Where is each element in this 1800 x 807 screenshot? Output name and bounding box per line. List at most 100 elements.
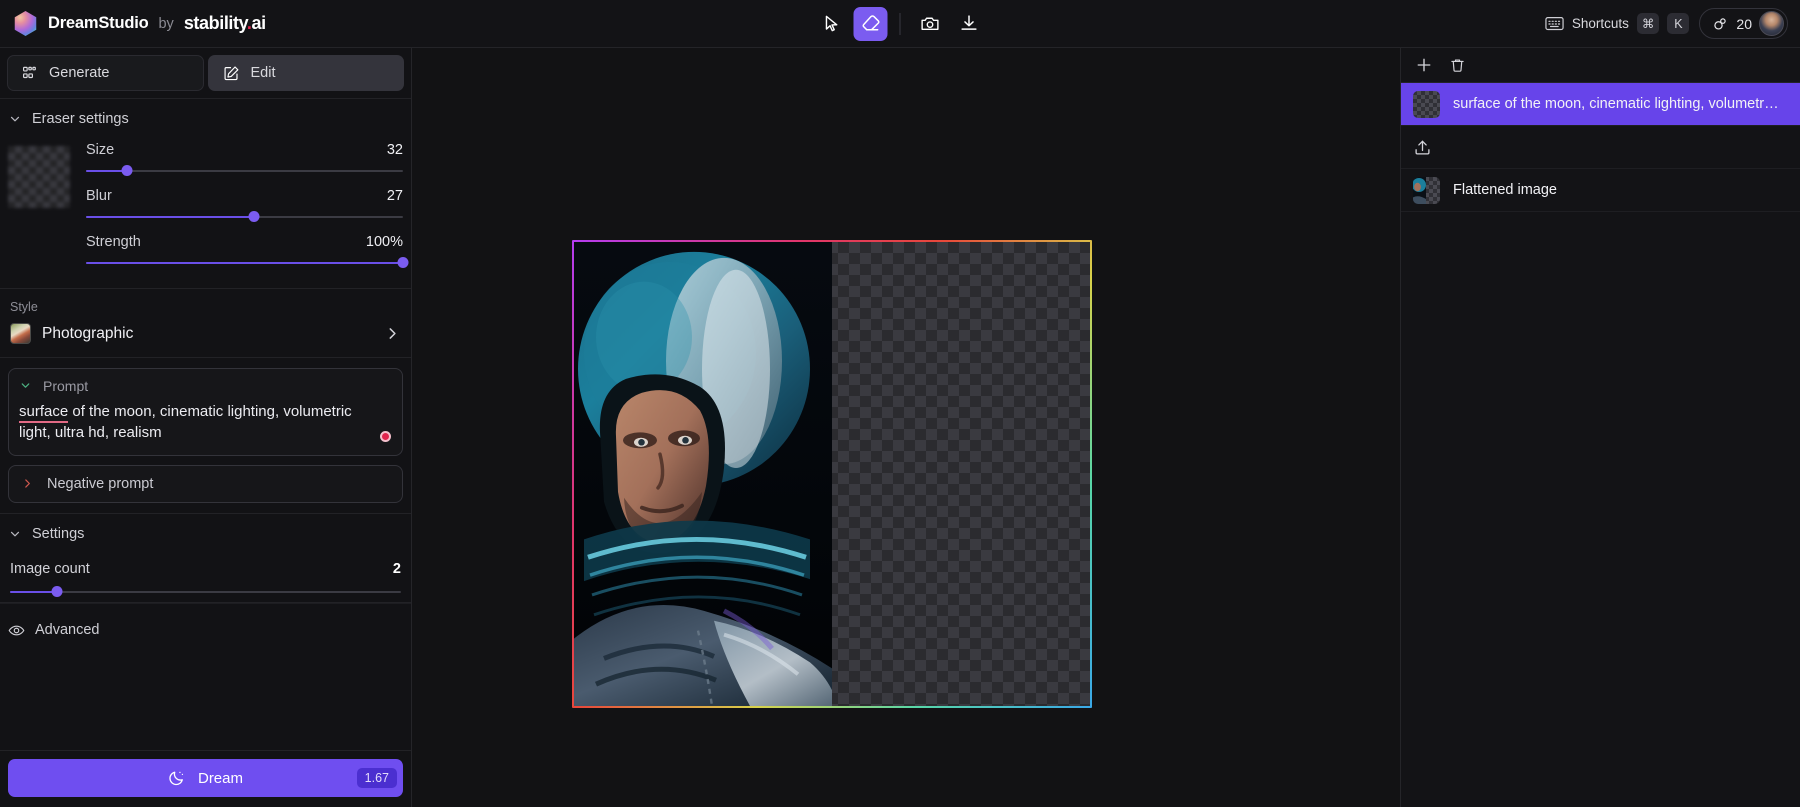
brand-by-label: by xyxy=(158,16,173,32)
eraser-settings-section: Eraser settings Size 32 xyxy=(0,99,411,289)
canvas-checkerboard[interactable] xyxy=(574,242,1090,706)
strength-slider-header: Strength 100% xyxy=(86,228,403,257)
tab-edit[interactable]: Edit xyxy=(208,55,405,91)
eraser-settings-header[interactable]: Eraser settings xyxy=(0,99,411,136)
strength-slider-group: Strength 100% xyxy=(86,228,403,274)
tab-generate-label: Generate xyxy=(49,65,109,81)
eraser-tool-button[interactable] xyxy=(854,7,888,41)
toolbar-divider xyxy=(900,13,901,35)
canvas-area[interactable] xyxy=(412,48,1400,807)
settings-header[interactable]: Settings xyxy=(0,514,411,551)
add-layer-button[interactable] xyxy=(1415,56,1433,74)
chevron-down-icon xyxy=(19,379,33,393)
kbd-k[interactable]: K xyxy=(1667,13,1689,34)
dream-footer: Dream 1.67 xyxy=(0,750,411,807)
brand-name: DreamStudio xyxy=(48,14,148,33)
image-count-slider[interactable] xyxy=(10,586,401,598)
size-slider[interactable] xyxy=(86,165,403,177)
prompt-input[interactable]: surface of the moon, cinematic lighting,… xyxy=(19,401,392,444)
dreamstudio-hexagon-logo-icon xyxy=(13,11,38,36)
layer-row[interactable]: surface of the moon, cinematic lighting,… xyxy=(1401,83,1800,126)
record-dot-indicator-icon[interactable] xyxy=(380,431,391,442)
tab-generate[interactable]: Generate xyxy=(7,55,204,91)
prompt-label: Prompt xyxy=(43,378,88,394)
moon-icon xyxy=(168,769,186,787)
blur-value: 27 xyxy=(387,188,403,204)
kbd-cmd[interactable]: ⌘ xyxy=(1637,13,1660,34)
download-icon xyxy=(958,13,979,34)
grid-squares-icon xyxy=(22,65,38,81)
size-slider-knob[interactable] xyxy=(122,165,133,176)
image-count-slider-rail xyxy=(10,591,401,593)
eye-icon xyxy=(8,622,25,639)
avatar[interactable] xyxy=(1759,11,1784,36)
astronaut-layer-thumbnail-icon xyxy=(1413,177,1440,204)
brand-company: stability.ai xyxy=(184,13,266,34)
brand[interactable]: DreamStudio by stability.ai xyxy=(0,11,266,36)
blur-slider-knob[interactable] xyxy=(249,211,260,222)
blur-slider[interactable] xyxy=(86,211,403,223)
brand-company-suffix: ai xyxy=(252,13,266,33)
prompt-misspelled-word: surface xyxy=(19,403,68,423)
settings-section: Settings Image count 2 xyxy=(0,513,411,603)
advanced-toggle[interactable]: Advanced xyxy=(0,603,411,657)
style-name: Photographic xyxy=(42,325,133,343)
shortcuts-label: Shortcuts xyxy=(1572,16,1629,31)
size-value: 32 xyxy=(387,142,403,158)
brand-company-text: stability xyxy=(184,13,247,33)
size-slider-group: Size 32 xyxy=(86,136,403,182)
checkerboard-brush-preview-icon xyxy=(8,146,70,208)
screenshot-tool-button[interactable] xyxy=(913,7,947,41)
chevron-right-icon xyxy=(21,477,35,491)
top-bar-right: Shortcuts ⌘ K 20 xyxy=(1545,8,1800,39)
strength-slider[interactable] xyxy=(86,257,403,269)
canvas-frame xyxy=(572,240,1092,708)
tab-edit-label: Edit xyxy=(251,65,276,81)
image-count-group: Image count 2 xyxy=(0,551,411,602)
layers-toolbar xyxy=(1401,48,1800,83)
main-body: Generate Edit xyxy=(0,48,1800,807)
select-tool-button[interactable] xyxy=(815,7,849,41)
strength-slider-knob[interactable] xyxy=(398,257,409,268)
blur-slider-fill xyxy=(86,216,254,218)
keyboard-icon xyxy=(1545,16,1564,31)
settings-title: Settings xyxy=(32,526,84,542)
size-slider-header: Size 32 xyxy=(86,136,403,165)
image-count-label: Image count xyxy=(10,561,90,577)
delete-layer-button[interactable] xyxy=(1449,57,1466,74)
image-count-slider-knob[interactable] xyxy=(51,586,62,597)
prompt-text-rest: of the moon, cinematic lighting, volumet… xyxy=(19,403,352,441)
credits-value: 20 xyxy=(1736,16,1752,32)
shortcuts-button[interactable]: Shortcuts ⌘ K xyxy=(1545,13,1690,34)
prompt-header[interactable]: Prompt xyxy=(19,378,392,401)
strength-slider-fill xyxy=(86,262,403,264)
chevron-down-icon xyxy=(8,112,22,126)
canvas-tool-group xyxy=(815,0,986,47)
credits-badge[interactable]: 20 xyxy=(1699,8,1788,39)
style-selector[interactable]: Photographic xyxy=(10,323,401,344)
size-label: Size xyxy=(86,142,114,158)
image-count-header: Image count 2 xyxy=(10,561,401,586)
advanced-label: Advanced xyxy=(35,622,100,638)
strength-value: 100% xyxy=(366,234,403,250)
top-bar: DreamStudio by stability.ai xyxy=(0,0,1800,48)
prompt-box[interactable]: Prompt surface of the moon, cinematic li… xyxy=(8,368,403,456)
credits-coins-icon xyxy=(1712,15,1729,32)
negative-prompt-label: Negative prompt xyxy=(47,476,153,492)
blur-slider-header: Blur 27 xyxy=(86,182,403,211)
upload-layer-button[interactable] xyxy=(1401,126,1800,169)
download-tool-button[interactable] xyxy=(952,7,986,41)
eraser-sliders: Size 32 Blur 2 xyxy=(70,136,403,274)
upload-icon xyxy=(1413,138,1432,157)
cursor-arrow-icon xyxy=(822,14,841,33)
eraser-settings-title: Eraser settings xyxy=(32,111,129,127)
style-thumbnail-icon xyxy=(10,323,31,344)
dream-button[interactable]: Dream 1.67 xyxy=(8,759,403,797)
astronaut-portrait-image-icon xyxy=(574,242,832,706)
negative-prompt-box[interactable]: Negative prompt xyxy=(8,465,403,503)
dream-label: Dream xyxy=(198,770,243,787)
eraser-controls: Size 32 Blur 2 xyxy=(0,136,411,288)
layer-row[interactable]: Flattened image xyxy=(1401,169,1800,212)
eraser-icon xyxy=(860,13,881,34)
mode-tabs: Generate Edit xyxy=(0,48,411,99)
